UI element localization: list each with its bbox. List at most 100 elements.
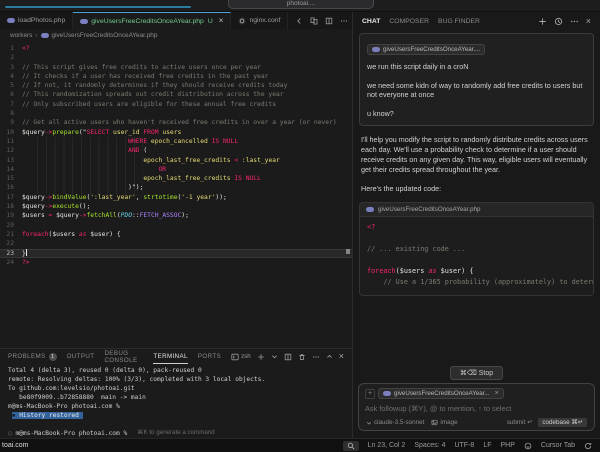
line-number: 3 — [0, 63, 22, 72]
chat-tab-composer[interactable]: COMPOSER — [389, 18, 429, 25]
terminal-output[interactable]: Total 4 (delta 3), reused 0 (delta 0), p… — [0, 364, 352, 438]
line-number: 2 — [0, 53, 22, 62]
status-item-spaces-4[interactable]: Spaces: 4 — [414, 442, 445, 449]
terminal-line: To github.com:levelsio/photoai.git — [8, 384, 352, 393]
status-item-cursor-tab[interactable]: Cursor Tab — [541, 442, 575, 449]
code-line[interactable]: 19$users = $query->fetchAll(PDO::FETCH_A… — [0, 211, 352, 220]
remove-context-icon[interactable]: × — [495, 390, 499, 397]
more-actions-icon[interactable] — [312, 353, 320, 361]
code-line[interactable]: 23} — [0, 249, 352, 258]
code-line[interactable]: 21foreach($users as $user) { — [0, 230, 352, 239]
code-line[interactable]: 24?> — [0, 258, 352, 267]
status-item-php[interactable]: PHP — [500, 442, 514, 449]
code-token: // ... existing code ... — [367, 245, 465, 253]
input-context-chip[interactable]: giveUsersFreeCreditsOnceAYear... × — [378, 388, 504, 399]
attach-image-button[interactable]: image — [431, 419, 457, 426]
back-icon[interactable] — [295, 17, 303, 25]
context-file-chip[interactable]: giveUsersFreeCreditsOnceAYear.... — [367, 44, 485, 55]
panel-tab-label: PROBLEMS — [8, 353, 46, 360]
code-line[interactable]: 10$query->prepare("SELECT user_id FROM u… — [0, 128, 352, 137]
trash-icon[interactable] — [298, 353, 306, 361]
line-content: ?> — [22, 258, 30, 267]
code-line[interactable]: 1<? — [0, 44, 352, 53]
remote-indicator[interactable]: toai.com — [0, 442, 28, 449]
code-line[interactable]: 20 — [0, 221, 352, 230]
tab-giveUsersFreeCreditsOnceAYear.php[interactable]: giveUsersFreeCreditsOnceAYear.phpU× — [73, 12, 231, 29]
problems-badge: 1 — [49, 353, 57, 361]
close-tab-icon[interactable]: × — [219, 17, 224, 25]
status-item-utf-8[interactable]: UTF-8 — [454, 442, 474, 449]
line-number: 12 — [0, 146, 22, 155]
code-token: // This randomization spreads out credit… — [22, 91, 284, 98]
terminal-shell-picker[interactable]: zsh — [231, 353, 251, 361]
search-icon[interactable] — [343, 441, 359, 451]
chevron-down-icon[interactable] — [271, 353, 278, 360]
chat-tab-chat[interactable]: CHAT — [362, 18, 380, 25]
chat-tab-bug-finder[interactable]: BUG FINDER — [438, 18, 480, 25]
code-line[interactable]: 22 — [0, 239, 352, 248]
add-context-button[interactable]: + — [365, 389, 375, 399]
tab-nginx.conf[interactable]: nginx.conf — [231, 12, 288, 29]
code-line[interactable]: 18$query->execute(); — [0, 202, 352, 211]
assistant-paragraph: I'll help you modify the script to rando… — [361, 135, 591, 174]
code-line[interactable]: 5// If not, it randomly determines if th… — [0, 81, 352, 90]
more-actions-icon[interactable] — [570, 17, 579, 26]
code-line[interactable]: 11 WHERE epoch_cancelled IS NULL — [0, 137, 352, 146]
code-block-line — [367, 255, 586, 266]
code-line[interactable]: 17$query->bindValue(':last_year', strtot… — [0, 193, 352, 202]
panel-tab-problems[interactable]: PROBLEMS1 — [8, 349, 57, 364]
command-center-search[interactable]: photoai.... — [228, 0, 374, 9]
code-line[interactable]: 2 — [0, 53, 352, 62]
code-line[interactable]: 6// This randomization spreads out credi… — [0, 90, 352, 99]
code-token: bindValue — [52, 194, 86, 201]
code-line[interactable]: 7// Only subscribed users are eligible f… — [0, 100, 352, 109]
new-chat-icon[interactable] — [538, 17, 547, 26]
code-line[interactable]: 12 AND ( — [0, 146, 352, 155]
breadcrumb-folder[interactable]: workers — [10, 32, 32, 39]
code-line[interactable]: 3// This script gives free credits to ac… — [0, 63, 352, 72]
panel-tab-ports[interactable]: PORTS — [198, 349, 221, 364]
code-line[interactable]: 4// It checks if a user has received fre… — [0, 72, 352, 81]
code-line[interactable]: 9// Get all active users who haven't rec… — [0, 118, 352, 127]
code-token: epoch_last_free_credits — [143, 157, 234, 164]
codebase-button[interactable]: codebase ⌘↵ — [538, 418, 587, 427]
code-block-header[interactable]: giveUsersFreeCreditsOnceAYear.php — [360, 203, 593, 217]
history-icon[interactable] — [554, 17, 563, 26]
breadcrumb-file[interactable]: giveUsersFreeCreditsOnceAYear.php — [52, 32, 158, 39]
split-editor-icon[interactable] — [325, 17, 333, 25]
breadcrumb[interactable]: workers › giveUsersFreeCreditsOnceAYear.… — [0, 29, 352, 42]
code-token: $users — [22, 212, 49, 219]
status-item-ln-23-col-2[interactable]: Ln 23, Col 2 — [368, 442, 406, 449]
chat-input[interactable]: + giveUsersFreeCreditsOnceAYear... × Ask… — [358, 383, 595, 431]
new-terminal-icon[interactable] — [257, 353, 265, 361]
code-line[interactable]: 16 )"); — [0, 183, 352, 192]
model-picker[interactable]: claude-3.5-sonnet — [366, 419, 424, 426]
code-line[interactable]: 14 OR — [0, 165, 352, 174]
code-token: WHERE — [128, 138, 147, 145]
submit-button[interactable]: submit ↵ — [507, 419, 533, 426]
feedback-icon[interactable] — [524, 442, 532, 450]
maximize-panel-icon[interactable] — [326, 353, 333, 360]
chevron-down-icon — [366, 420, 372, 426]
tab-loadPhotos.php[interactable]: loadPhotos.php — [0, 12, 73, 29]
code-token: :last_year — [238, 157, 280, 164]
code-line[interactable]: 13 epoch_last_free_credits < :last_year — [0, 156, 352, 165]
panel-tab-debug-console[interactable]: DEBUG CONSOLE — [104, 349, 143, 364]
code-editor[interactable]: 1<?23// This script gives free credits t… — [0, 42, 352, 348]
panel-tabs: PROBLEMS1 OUTPUT DEBUG CONSOLE TERMINAL PORT… — [8, 349, 221, 364]
panel-tab-output[interactable]: OUTPUT — [67, 349, 95, 364]
status-item-lf[interactable]: LF — [483, 442, 491, 449]
code-line[interactable]: 8 — [0, 109, 352, 118]
close-panel-icon[interactable]: × — [339, 352, 344, 361]
more-actions-icon[interactable] — [340, 17, 348, 25]
refresh-icon[interactable] — [584, 442, 592, 450]
panel-tab-terminal[interactable]: TERMINAL — [153, 349, 188, 364]
open-changes-icon[interactable] — [310, 17, 318, 25]
stop-button[interactable]: ⌘⌫ Stop — [450, 366, 503, 380]
close-chat-icon[interactable]: × — [586, 17, 591, 26]
split-terminal-icon[interactable] — [284, 353, 292, 361]
code-token: Total 4 (delta 3), reused 0 (delta 0), p… — [8, 367, 202, 374]
code-block-line: <? — [367, 222, 586, 233]
user-message-text: we run this script daily in a croNwe nee… — [367, 62, 586, 118]
code-line[interactable]: 15 epoch_last_free_credits IS NULL — [0, 174, 352, 183]
